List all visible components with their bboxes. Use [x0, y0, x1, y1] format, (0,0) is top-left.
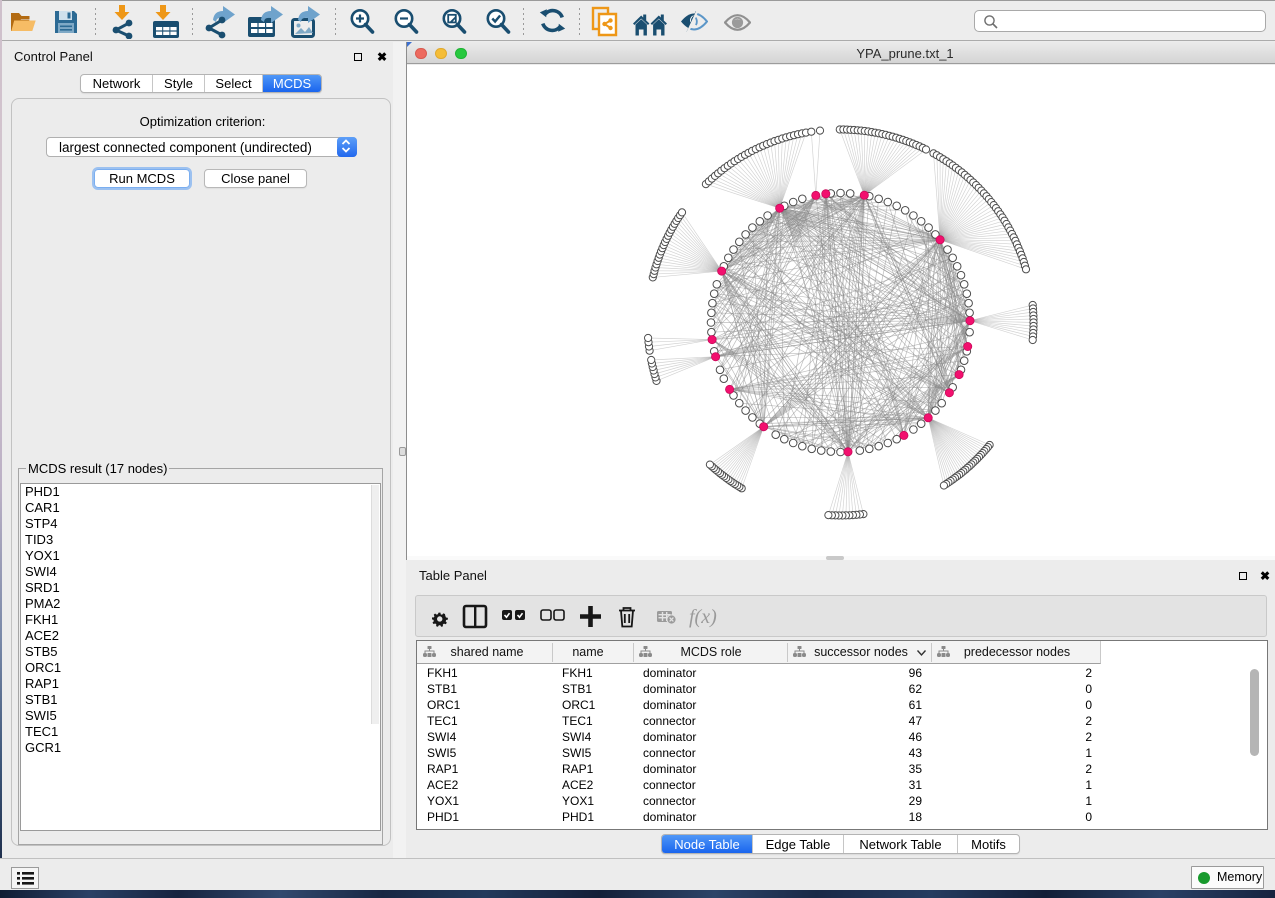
svg-text:f(x): f(x): [689, 606, 717, 628]
